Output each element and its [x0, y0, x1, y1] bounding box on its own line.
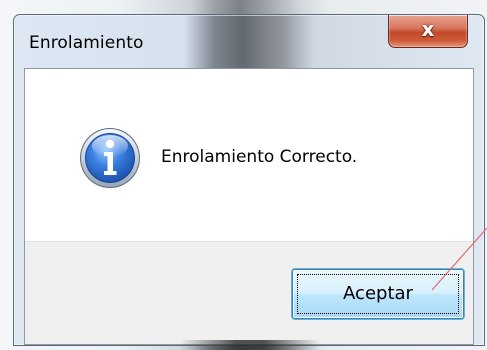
message-text: Enrolamiento Correcto.: [161, 147, 358, 167]
aceptar-button[interactable]: Aceptar: [292, 269, 464, 319]
message-area: Enrolamiento Correcto.: [25, 69, 473, 241]
dialog-client-area: Enrolamiento Correcto. Aceptar: [24, 68, 474, 345]
information-icon: [80, 128, 140, 188]
button-bar: Aceptar: [25, 241, 473, 344]
message-dialog: Enrolamiento x Enrolamiento Correcto. Ac…: [13, 14, 485, 346]
taskbar-blur: [180, 340, 320, 350]
close-icon: x: [421, 17, 435, 41]
screenshot-stage: Enrolamiento x Enrolamiento Correcto. Ac…: [0, 0, 487, 350]
dialog-title: Enrolamiento: [29, 33, 144, 53]
aceptar-button-label: Aceptar: [343, 283, 413, 304]
close-button[interactable]: x: [388, 15, 468, 48]
